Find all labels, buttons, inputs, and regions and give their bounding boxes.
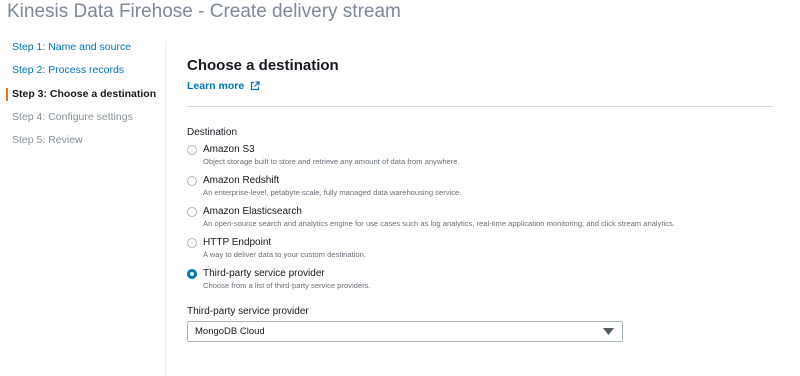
- destination-label: Destination: [187, 127, 238, 138]
- step-process-records[interactable]: Step 2: Process records: [0, 59, 166, 82]
- wizard-steps: Step 1: Name and source Step 2: Process …: [0, 36, 166, 152]
- option-title: Amazon S3: [203, 144, 255, 155]
- radio-amazon-redshift[interactable]: [187, 176, 197, 186]
- third-party-provider-select[interactable]: MongoDB Cloud: [187, 321, 623, 342]
- option-http-endpoint[interactable]: HTTP Endpoint A way to deliver data to y…: [187, 237, 767, 265]
- option-title: Third-party service provider: [203, 268, 325, 279]
- option-amazon-elasticsearch[interactable]: Amazon Elasticsearch An open-source sear…: [187, 206, 767, 234]
- third-party-provider-label: Third-party service provider: [187, 306, 309, 317]
- step-review: Step 5: Review: [12, 134, 83, 147]
- option-title: HTTP Endpoint: [203, 237, 272, 248]
- option-amazon-s3[interactable]: Amazon S3 Object storage built to store …: [187, 144, 767, 172]
- option-description: Choose from a list of third-party servic…: [203, 281, 371, 290]
- page-title: Kinesis Data Firehose - Create delivery …: [7, 1, 401, 22]
- learn-more-label: Learn more: [187, 80, 245, 92]
- step-choose-destination: Step 3: Choose a destination: [0, 83, 166, 106]
- option-description: Object storage built to store and retrie…: [203, 157, 460, 166]
- radio-amazon-elasticsearch[interactable]: [187, 207, 197, 217]
- caret-down-icon: [603, 328, 614, 335]
- option-title: Amazon Elasticsearch: [203, 206, 302, 217]
- external-link-icon: [251, 81, 260, 91]
- step-configure-settings: Step 4: Configure settings: [12, 110, 133, 123]
- sidebar-divider: [165, 42, 166, 376]
- radio-amazon-s3[interactable]: [187, 145, 197, 155]
- option-amazon-redshift[interactable]: Amazon Redshift An enterprise-level, pet…: [187, 175, 767, 203]
- learn-more-link[interactable]: Learn more: [187, 80, 260, 92]
- radio-third-party-service-provider[interactable]: [187, 269, 197, 279]
- option-description: A way to deliver data to your custom des…: [203, 250, 366, 259]
- option-third-party-service-provider[interactable]: Third-party service provider Choose from…: [187, 268, 767, 296]
- option-title: Amazon Redshift: [203, 175, 280, 186]
- select-value: MongoDB Cloud: [195, 326, 265, 337]
- option-description: An open-source search and analytics engi…: [203, 219, 675, 228]
- step-name-and-source[interactable]: Step 1: Name and source: [0, 36, 166, 59]
- section-divider: [187, 106, 773, 107]
- option-description: An enterprise-level, petabyte scale, ful…: [203, 188, 462, 197]
- radio-http-endpoint[interactable]: [187, 238, 197, 248]
- section-title: Choose a destination: [187, 57, 339, 74]
